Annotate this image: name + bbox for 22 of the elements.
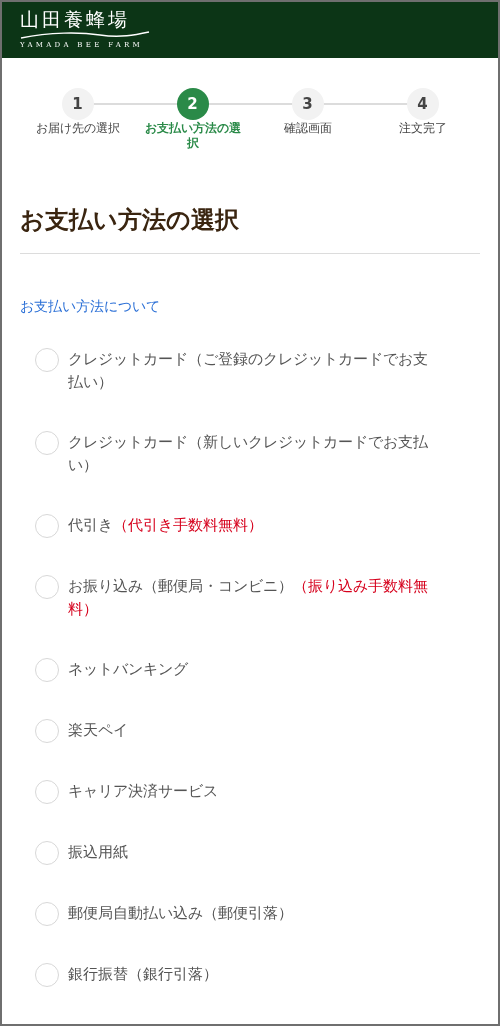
option-label: クレジットカード（新しいクレジットカードでお支払い） [68,432,428,476]
option-label: ネットバンキング [68,659,189,680]
step-label: 注文完了 [397,121,448,136]
option-label: お振り込み（郵便局・コンビニ）（振り込み手数料無料） [68,576,428,620]
option-label: キャリア決済サービス [68,781,219,802]
option-label: 銀行振替（銀行引落） [68,964,219,985]
option-label: クレジットカード（ご登録のクレジットカードでお支払い） [68,349,428,393]
step-number: 3 [291,88,324,120]
step-number: 1 [61,88,94,120]
step-number: 2 [176,88,209,120]
page-title: お支払い方法の選択 [20,205,240,236]
option-label: 楽天ペイ [68,720,129,741]
logo-swoosh-icon [20,31,150,39]
option-label: 代引き（代引き手数料無料） [68,515,264,536]
option-label: 振込用紙 [68,842,129,863]
option-label: 郵便局自動払い込み（郵便引落） [68,903,294,924]
logo-title[interactable]: 山田養蜂場 [20,8,152,30]
step-label: お届け先の選択 [34,121,121,136]
info-link[interactable]: お支払い方法について [20,298,160,316]
step-label: お支払い方法の選択 [143,121,242,151]
step-number: 4 [406,88,439,120]
step-label: 確認画面 [282,121,333,136]
